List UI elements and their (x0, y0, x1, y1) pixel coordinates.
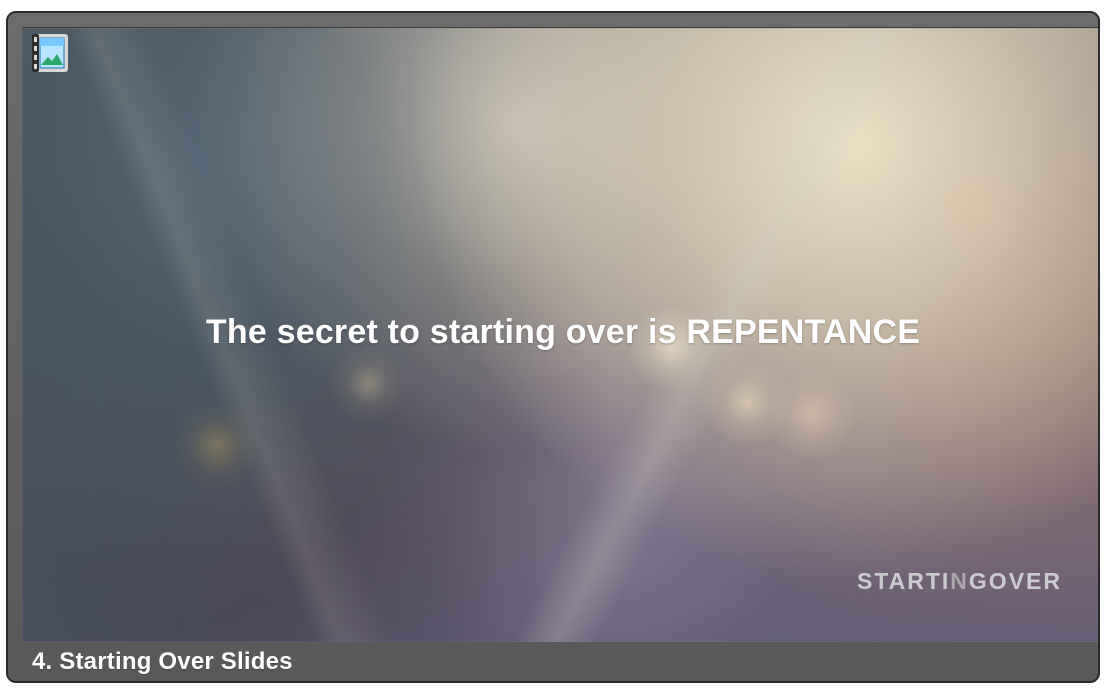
logo-text-middle: N (950, 568, 969, 594)
startingover-logo: STARTINGOVER (857, 568, 1062, 595)
logo-text-left: STARTI (856, 568, 951, 594)
slide-headline: The secret to starting over is REPENTANC… (205, 313, 921, 351)
logo-text-right: GOVER (968, 568, 1062, 594)
film-image-icon (32, 34, 68, 72)
slide-canvas[interactable]: The secret to starting over is REPENTANC… (22, 27, 1098, 642)
slide-thumbnail-frame[interactable]: The secret to starting over is REPENTANC… (6, 11, 1100, 683)
slide-caption: 4. Starting Over Slides (32, 648, 293, 675)
